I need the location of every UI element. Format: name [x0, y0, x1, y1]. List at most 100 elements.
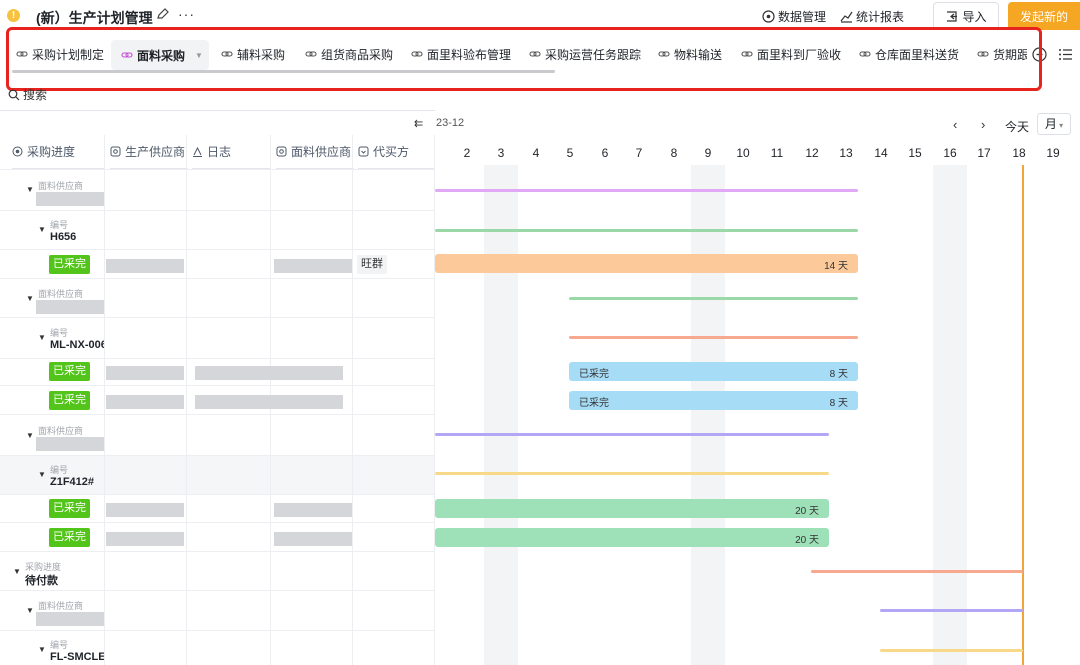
view-mode-select[interactable]: 月 ▾ — [1037, 113, 1071, 135]
status-field-icon — [12, 146, 23, 157]
day-label: 17 — [977, 146, 991, 160]
expand-caret-icon[interactable]: ▼ — [13, 567, 21, 576]
chevron-down-icon[interactable]: ▼ — [195, 51, 203, 60]
tab-label: 仓库面里料送货 — [875, 47, 960, 62]
expand-caret-icon[interactable]: ▼ — [38, 470, 46, 479]
divider — [0, 278, 435, 279]
import-button[interactable]: 导入 — [933, 2, 999, 30]
gantt-bar[interactable]: 20 天 — [435, 528, 829, 547]
day-label: 12 — [805, 146, 819, 160]
column-divider — [104, 135, 105, 665]
gantt-bar[interactable]: 已采完 8 天 — [569, 362, 858, 381]
link-field-icon — [110, 146, 121, 157]
tab-material-delivery[interactable]: 物料输送 — [658, 40, 722, 68]
search-label: 搜索 — [23, 88, 48, 102]
today-button[interactable]: 今天 — [1005, 118, 1029, 135]
link-icon — [305, 51, 317, 57]
divider — [0, 210, 435, 211]
add-tab-icon[interactable] — [1032, 47, 1047, 62]
tab-label: 采购运营任务跟踪 — [545, 47, 642, 62]
collapse-grid-icon[interactable]: ⇇ — [414, 117, 423, 130]
weekend-column — [691, 165, 725, 665]
status-badge[interactable]: 已采完 — [49, 362, 90, 381]
status-badge[interactable]: 已采完 — [49, 391, 90, 410]
redacted-value — [106, 503, 184, 517]
status-badge[interactable]: 已采完 — [49, 528, 90, 547]
tab-purchase-plan[interactable]: 采购计划制定 — [16, 40, 104, 68]
tab-accessory-purchase[interactable]: 辅料采购 — [221, 40, 285, 68]
expand-caret-icon[interactable]: ▼ — [26, 606, 34, 615]
day-label: 14 — [874, 146, 888, 160]
more-icon[interactable]: ··· — [178, 6, 195, 22]
today-marker — [1022, 165, 1024, 665]
expand-caret-icon[interactable]: ▼ — [26, 294, 34, 303]
tab-label: 面里料到厂验收 — [757, 47, 842, 62]
tab-label: 物料输送 — [674, 47, 723, 62]
tab-label: 面料采购 — [137, 48, 186, 63]
group-code: FL-SMCLE — [50, 651, 104, 663]
tab-fabric-purchase[interactable]: 面料采购 ▼ — [111, 40, 209, 70]
status-badge[interactable]: 已采完 — [49, 499, 90, 518]
link-icon — [529, 51, 541, 57]
app-title: (新）生产计划管理 — [36, 10, 153, 26]
summary-line — [435, 189, 858, 192]
data-management-label: 数据管理 — [778, 10, 827, 24]
tab-warehouse-delivery[interactable]: 仓库面里料送货 — [859, 40, 959, 68]
tabs-scrollbar[interactable] — [12, 70, 555, 73]
gantt-bar[interactable]: 14 天 — [435, 254, 858, 273]
status-badge[interactable]: 已采完 — [49, 255, 90, 274]
stats-report-button[interactable]: 统计报表 — [840, 8, 904, 25]
column-header-production-supplier[interactable]: 生产供应商 — [110, 135, 188, 169]
search-button[interactable]: 搜索 — [8, 86, 47, 103]
column-header-log[interactable]: 日志 — [192, 135, 270, 169]
divider — [0, 414, 435, 415]
column-header-progress[interactable]: 采购进度 — [12, 135, 104, 169]
expand-caret-icon[interactable]: ▼ — [38, 645, 46, 654]
next-period-icon[interactable]: › — [981, 117, 985, 132]
bar-duration: 8 天 — [829, 369, 848, 380]
divider — [0, 317, 435, 318]
expand-caret-icon[interactable]: ▼ — [38, 225, 46, 234]
gantt-bar[interactable]: 20 天 — [435, 499, 829, 518]
group-field-label: 编号 — [50, 220, 69, 230]
divider — [0, 169, 435, 170]
expand-caret-icon[interactable]: ▼ — [26, 431, 34, 440]
column-header-label: 采购进度 — [27, 145, 76, 159]
redacted-value — [106, 259, 184, 273]
prev-period-icon[interactable]: ‹ — [953, 117, 957, 132]
summary-line — [811, 570, 1023, 573]
column-header-fabric-supplier[interactable]: 面料供应商 — [276, 135, 354, 169]
top-bar: ! (新）生产计划管理 ··· 数据管理 统计报表 导入 发起新的 — [0, 0, 1080, 32]
tab-factory-acceptance[interactable]: 面里料到厂验收 — [741, 40, 841, 68]
gantt-bar[interactable]: 已采完 8 天 — [569, 391, 858, 410]
expand-caret-icon[interactable]: ▼ — [38, 333, 46, 342]
summary-line — [435, 472, 829, 475]
expand-caret-icon[interactable]: ▼ — [26, 185, 34, 194]
day-label: 15 — [908, 146, 922, 160]
day-label: 6 — [601, 146, 609, 160]
link-icon — [859, 51, 871, 57]
link-icon — [741, 51, 753, 57]
group-field-label: 面料供应商 — [38, 601, 84, 611]
option-field-icon — [358, 146, 369, 157]
redacted-value — [274, 503, 352, 517]
edit-icon[interactable] — [156, 7, 170, 21]
link-field-icon — [276, 146, 287, 157]
weekend-column — [933, 165, 967, 665]
summary-line — [435, 229, 858, 232]
bar-duration: 8 天 — [829, 398, 848, 409]
text-field-icon — [193, 146, 202, 157]
tab-goods-purchase[interactable]: 组货商品采购 — [305, 40, 393, 68]
data-management-button[interactable]: 数据管理 — [762, 8, 826, 25]
tab-fabric-inspection[interactable]: 面里料验布管理 — [411, 40, 511, 68]
buyer-tag[interactable]: 旺群 — [357, 255, 387, 274]
column-divider — [352, 135, 353, 665]
list-icon[interactable] — [1058, 47, 1073, 62]
divider — [0, 590, 435, 591]
launch-new-button[interactable]: 发起新的 — [1008, 2, 1080, 30]
summary-line — [880, 649, 1023, 652]
tab-delivery-tracking[interactable]: 货期跟 — [977, 40, 1027, 68]
tab-ops-tracking[interactable]: 采购运营任务跟踪 — [529, 40, 641, 68]
column-header-buyer[interactable]: 代买方 — [358, 135, 434, 169]
link-icon — [658, 51, 670, 57]
